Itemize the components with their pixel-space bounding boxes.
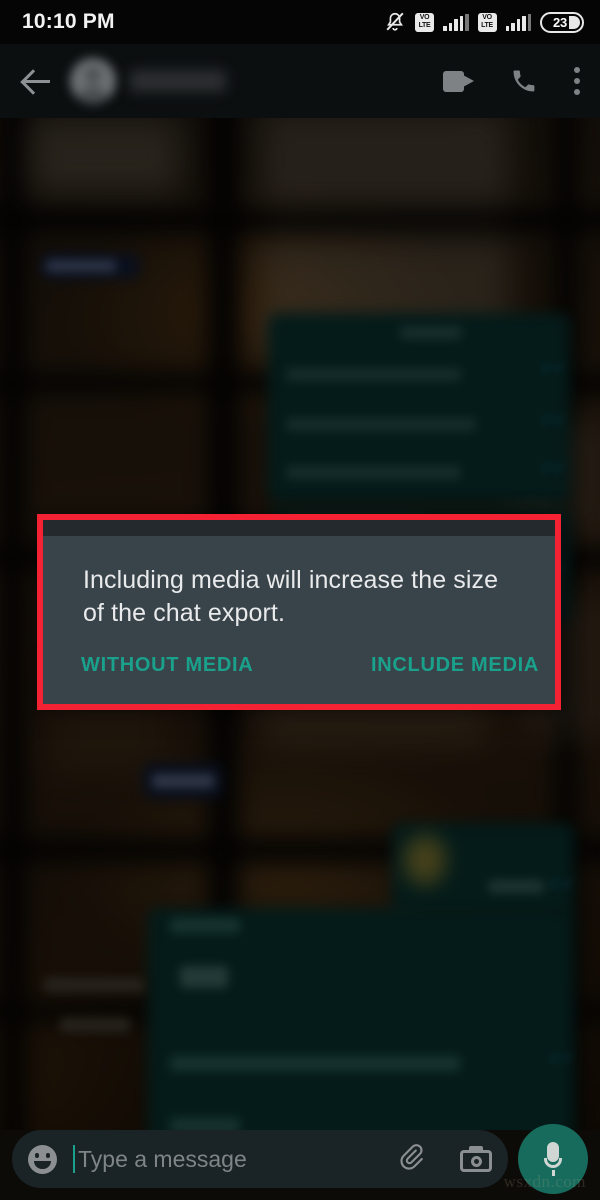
back-arrow-icon[interactable] — [20, 64, 54, 98]
volte-bottom: LTE — [418, 22, 431, 29]
watermark: wsxdn.com — [503, 1172, 586, 1191]
volte-top: VO — [419, 14, 430, 21]
message-input[interactable]: Type a message — [78, 1146, 247, 1173]
bell-muted-icon — [386, 12, 404, 31]
phone-screen: ✓✓ ✓✓ ✓✓ ✓✓ ✓✓ ✓✓ 10:10 PM — [0, 0, 600, 1200]
composer-actions — [400, 1144, 492, 1174]
text-caret — [73, 1145, 75, 1173]
voice-call-icon[interactable] — [510, 67, 538, 95]
camera-icon[interactable] — [460, 1146, 492, 1172]
contact-name[interactable] — [130, 70, 226, 92]
attach-icon[interactable] — [400, 1144, 426, 1174]
battery-icon: 23 — [540, 11, 584, 33]
dialog-top-strip — [43, 520, 555, 536]
volte-top: VO — [482, 14, 492, 21]
signal-bars-icon — [505, 13, 531, 31]
mic-icon — [543, 1142, 563, 1176]
volte-bottom: LTE — [481, 22, 493, 29]
status-clock: 10:10 PM — [22, 10, 115, 33]
chat-app-bar — [0, 44, 600, 118]
avatar[interactable] — [70, 58, 116, 104]
signal-bars-icon — [443, 13, 469, 31]
status-bar: 10:10 PM VO LTE VO LTE 23 — [0, 0, 600, 44]
composer[interactable]: Type a message — [12, 1130, 508, 1188]
dialog-message: Including media will increase the size o… — [83, 566, 499, 627]
app-bar-actions — [443, 67, 580, 95]
dialog-actions: WITHOUT MEDIA INCLUDE MEDIA — [43, 654, 555, 694]
volte-icon: VO LTE — [477, 12, 497, 32]
video-call-icon[interactable] — [443, 70, 474, 92]
include-media-button[interactable]: INCLUDE MEDIA — [371, 654, 539, 677]
overflow-menu-icon[interactable] — [574, 67, 580, 95]
volte-icon: VO LTE — [415, 12, 434, 32]
export-chat-dialog: Including media will increase the size o… — [37, 514, 561, 710]
without-media-button[interactable]: WITHOUT MEDIA — [81, 654, 253, 677]
battery-level: 23 — [552, 14, 568, 30]
status-icons: VO LTE VO LTE 23 — [384, 11, 584, 33]
emoji-icon[interactable] — [28, 1144, 57, 1174]
